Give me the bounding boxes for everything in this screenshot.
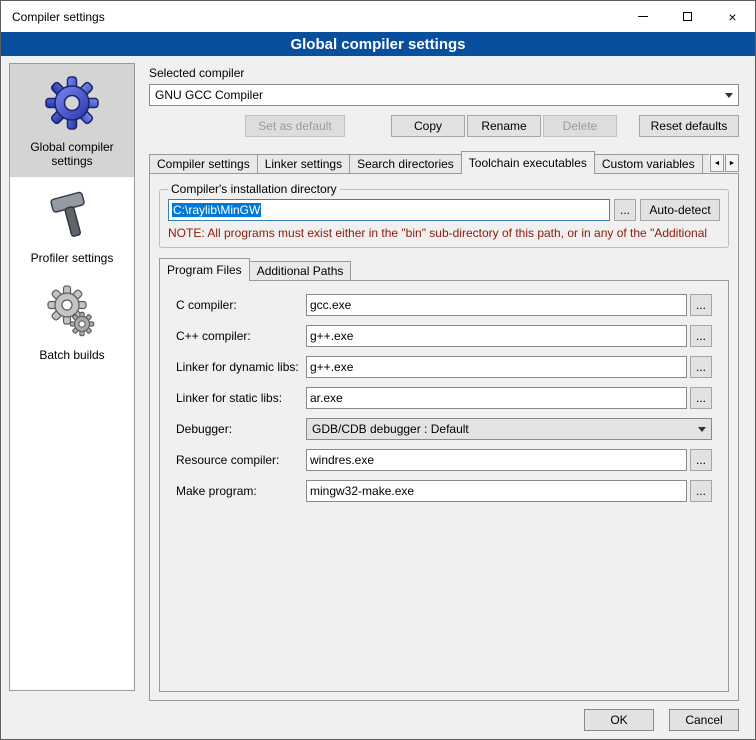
subtab-program-files[interactable]: Program Files [159, 258, 250, 281]
dialog-footer: OK Cancel [584, 709, 739, 731]
c-compiler-input[interactable]: gcc.exe [306, 294, 687, 316]
installation-directory-group: Compiler's installation directory C:\ray… [159, 182, 729, 248]
field-row-cpp-compiler: C++ compiler: g++.exe ... [176, 325, 712, 347]
browse-make-program-button[interactable]: ... [690, 480, 712, 502]
installation-directory-value: C:\raylib\MinGW [172, 203, 261, 217]
gray-gears-icon [44, 284, 100, 340]
ok-button[interactable]: OK [584, 709, 654, 731]
set-as-default-button[interactable]: Set as default [245, 115, 345, 137]
cpp-compiler-value: g++.exe [310, 329, 353, 343]
field-row-dynamic-linker: Linker for dynamic libs: g++.exe ... [176, 356, 712, 378]
installation-directory-input[interactable]: C:\raylib\MinGW [168, 199, 610, 221]
page-title: Global compiler settings [1, 32, 755, 56]
blue-gear-icon [43, 74, 101, 132]
cpp-compiler-label: C++ compiler: [176, 329, 306, 343]
field-row-static-linker: Linker for static libs: ar.exe ... [176, 387, 712, 409]
sidebar-item-label: Global compiler settings [12, 140, 132, 168]
field-row-resource-compiler: Resource compiler: windres.exe ... [176, 449, 712, 471]
static-linker-label: Linker for static libs: [176, 391, 306, 405]
tab-search-directories[interactable]: Search directories [349, 154, 462, 173]
rename-button[interactable]: Rename [467, 115, 541, 137]
c-compiler-label: C compiler: [176, 298, 306, 312]
sidebar-item-label: Profiler settings [31, 251, 114, 265]
main-panel: Selected compiler GNU GCC Compiler Set a… [149, 63, 739, 731]
close-icon: × [728, 10, 736, 24]
field-row-c-compiler: C compiler: gcc.exe ... [176, 294, 712, 316]
field-row-make-program: Make program: mingw32-make.exe ... [176, 480, 712, 502]
compiler-action-buttons: Set as default Copy Rename Delete Reset … [149, 115, 739, 137]
dialog-body: Global compiler settings Profiler settin… [1, 56, 755, 739]
installation-directory-row: C:\raylib\MinGW ... Auto-detect [168, 199, 720, 221]
settings-sidebar: Global compiler settings Profiler settin… [9, 63, 135, 691]
window-title: Compiler settings [1, 10, 620, 24]
sidebar-item-label: Batch builds [39, 348, 104, 362]
browse-resource-compiler-button[interactable]: ... [690, 449, 712, 471]
tab-scroll-buttons: ◄ ► [709, 154, 739, 172]
debugger-value: GDB/CDB debugger : Default [312, 422, 469, 436]
subtab-additional-paths[interactable]: Additional Paths [249, 261, 352, 280]
make-program-label: Make program: [176, 484, 306, 498]
compiler-settings-tabstrip: Compiler settings Linker settings Search… [149, 151, 739, 174]
cancel-button[interactable]: Cancel [669, 709, 739, 731]
resource-compiler-label: Resource compiler: [176, 453, 306, 467]
tab-scroll-area: Compiler settings Linker settings Search… [149, 151, 709, 174]
dynamic-linker-label: Linker for dynamic libs: [176, 360, 306, 374]
browse-dynamic-linker-button[interactable]: ... [690, 356, 712, 378]
static-linker-value: ar.exe [310, 391, 343, 405]
c-compiler-value: gcc.exe [310, 298, 351, 312]
maximize-button[interactable] [665, 1, 710, 32]
dynamic-linker-input[interactable]: g++.exe [306, 356, 687, 378]
browse-cpp-compiler-button[interactable]: ... [690, 325, 712, 347]
tab-custom-variables[interactable]: Custom variables [594, 154, 703, 173]
selected-compiler-dropdown[interactable]: GNU GCC Compiler [149, 84, 739, 106]
dynamic-linker-value: g++.exe [310, 360, 353, 374]
compiler-settings-window: Compiler settings × Global compiler sett… [0, 0, 756, 740]
browse-directory-button[interactable]: ... [614, 199, 636, 221]
resource-compiler-value: windres.exe [310, 453, 374, 467]
sidebar-item-profiler-settings[interactable]: Profiler settings [10, 177, 134, 274]
browse-c-compiler-button[interactable]: ... [690, 294, 712, 316]
program-files-tabstrip: Program Files Additional Paths [159, 258, 729, 281]
toolchain-executables-page: Compiler's installation directory C:\ray… [149, 173, 739, 701]
sidebar-item-batch-builds[interactable]: Batch builds [10, 274, 134, 371]
close-button[interactable]: × [710, 1, 755, 32]
installation-directory-group-label: Compiler's installation directory [168, 182, 340, 196]
note-text: NOTE: All programs must exist either in … [168, 226, 720, 240]
hammer-icon [44, 187, 100, 243]
minimize-icon [638, 16, 648, 17]
tab-compiler-settings[interactable]: Compiler settings [149, 154, 258, 173]
debugger-dropdown[interactable]: GDB/CDB debugger : Default [306, 418, 712, 440]
maximize-icon [683, 12, 692, 21]
tab-build-options[interactable]: Buil [702, 154, 709, 173]
selected-compiler-label: Selected compiler [149, 66, 739, 80]
tab-toolchain-executables[interactable]: Toolchain executables [461, 151, 595, 174]
auto-detect-button[interactable]: Auto-detect [640, 199, 720, 221]
static-linker-input[interactable]: ar.exe [306, 387, 687, 409]
chevron-down-icon [693, 419, 711, 439]
tab-scroll-left-icon[interactable]: ◄ [710, 154, 724, 172]
selected-compiler-value: GNU GCC Compiler [155, 88, 263, 102]
cpp-compiler-input[interactable]: g++.exe [306, 325, 687, 347]
tab-scroll-right-icon[interactable]: ► [725, 154, 739, 172]
window-controls: × [620, 1, 755, 32]
resource-compiler-input[interactable]: windres.exe [306, 449, 687, 471]
reset-defaults-button[interactable]: Reset defaults [639, 115, 739, 137]
field-row-debugger: Debugger: GDB/CDB debugger : Default [176, 418, 712, 440]
sidebar-item-global-compiler-settings[interactable]: Global compiler settings [10, 64, 134, 177]
titlebar: Compiler settings × [1, 1, 755, 32]
debugger-label: Debugger: [176, 422, 306, 436]
make-program-input[interactable]: mingw32-make.exe [306, 480, 687, 502]
copy-button[interactable]: Copy [391, 115, 465, 137]
program-files-panel: C compiler: gcc.exe ... C++ compiler: g+… [159, 280, 729, 692]
minimize-button[interactable] [620, 1, 665, 32]
delete-button[interactable]: Delete [543, 115, 617, 137]
browse-static-linker-button[interactable]: ... [690, 387, 712, 409]
chevron-down-icon [720, 85, 738, 105]
tab-linker-settings[interactable]: Linker settings [257, 154, 350, 173]
make-program-value: mingw32-make.exe [310, 484, 414, 498]
